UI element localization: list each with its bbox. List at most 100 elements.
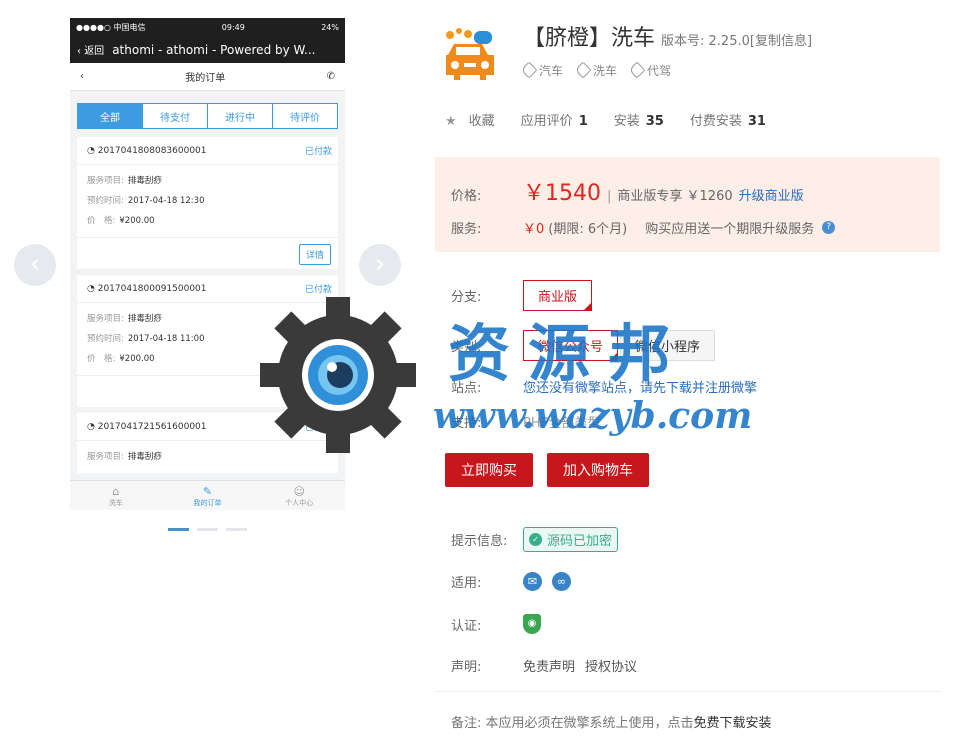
time-value: 2017-04-18 11:00 xyxy=(127,334,205,344)
screenshot-gallery: ‹ › ●●●●○ 中国电信 09:49 24% ‹ 返回 athomi - a… xyxy=(0,0,420,749)
phone-tabbar: ⌂ 洗车 ✎ 我的订单 ☺ 个人中心 xyxy=(70,480,345,510)
phone-tab: 全部 xyxy=(78,104,143,128)
price-value: ¥200.00 xyxy=(119,354,155,364)
order-id: ◔ 2017041800091500001 xyxy=(87,283,207,294)
tag-item[interactable]: 代驾 xyxy=(628,61,671,79)
install-stat: 安装 35 xyxy=(613,114,664,129)
hint-row: 提示信息: ✓ 源码已加密 xyxy=(451,527,619,552)
hint-label: 提示信息: xyxy=(451,534,508,549)
tag-icon xyxy=(628,61,646,79)
phone-back-link: ‹ 返回 xyxy=(77,46,105,57)
star-icon: ★ xyxy=(445,114,457,129)
phone-status-bar: ●●●●○ 中国电信 09:49 24% xyxy=(70,18,345,36)
app-stats: ★ 收藏 应用评价 1 安装 35 付费安装 31 xyxy=(445,110,792,129)
gallery-dot[interactable] xyxy=(168,528,189,531)
service-desc: 购买应用送一个期限升级服务 xyxy=(645,222,815,237)
mini-program-icon: ∞ xyxy=(552,572,571,591)
disclaimer-link[interactable]: 免责声明 xyxy=(523,656,575,675)
favorite-button[interactable]: ★ 收藏 xyxy=(445,110,495,129)
order-card: ◔ 2017041721561600001 已付款 服务项目: 排毒刮痧 xyxy=(77,413,338,473)
app-version[interactable]: 版本号: 2.25.0[复制信息] xyxy=(661,30,812,49)
phone-page-header: ‹ 我的订单 ✆ xyxy=(70,63,345,91)
time-label: 预约时间: xyxy=(87,334,124,344)
status-time: 09:49 xyxy=(221,22,245,32)
gallery-dots xyxy=(168,528,247,531)
type-option-official-account[interactable]: 微信公众号 xyxy=(523,330,619,361)
user-icon: ☺ xyxy=(293,485,305,498)
service-label: 服务项目: xyxy=(87,314,124,324)
order-id: ◔ 2017041721561600001 xyxy=(87,421,207,432)
service-value: 排毒刮痧 xyxy=(127,452,162,462)
add-to-cart-button[interactable]: 加入购物车 xyxy=(547,453,649,487)
note-text: 备注: 本应用必须在微擎系统上使用，点击免费下载安装 xyxy=(451,716,772,731)
service-label: 服务项目: xyxy=(87,176,124,186)
car-wash-logo-icon xyxy=(446,28,494,80)
service-label: 服务项目: xyxy=(87,452,124,462)
site-label: 站点: xyxy=(451,381,482,396)
upgrade-business-link[interactable]: 升级商业版 xyxy=(739,185,804,204)
business-price: 商业版专享 ￥1260 xyxy=(617,189,733,204)
buy-now-button[interactable]: 立即购买 xyxy=(445,453,533,487)
price-value: ¥200.00 xyxy=(119,216,155,226)
register-site-link[interactable]: 您还没有微擎站点，请先下载并注册微擎 xyxy=(523,377,757,396)
price-label: 价 格: xyxy=(87,216,116,226)
service-value: 排毒刮痧 xyxy=(127,314,162,324)
phone-tabbar-item: ☺ 个人中心 xyxy=(253,481,345,510)
order-card: ◔ 2017041808083600001 已付款 服务项目: 排毒刮痧 预约时间… xyxy=(77,137,338,269)
order-status: 已付款 xyxy=(304,285,332,295)
price-label: 价 格: xyxy=(87,354,116,364)
apply-label: 适用: xyxy=(451,576,482,591)
order-detail-button: 详情 xyxy=(298,382,331,403)
tag-item[interactable]: 汽车 xyxy=(520,61,563,79)
phone-tab: 进行中 xyxy=(208,104,273,128)
phone-order-tabs: 全部 待支付 进行中 待评价 xyxy=(77,103,338,129)
phone-screenshot: ●●●●○ 中国电信 09:49 24% ‹ 返回 athomi - athom… xyxy=(70,18,345,510)
service-row: 服务: ￥0 (期限: 6个月) 购买应用送一个期限升级服务 ? xyxy=(451,218,836,237)
order-status: 已付款 xyxy=(304,423,332,433)
app-title: 【脐橙】洗车 xyxy=(523,26,656,51)
help-icon[interactable]: ? xyxy=(822,221,836,234)
cert-label: 认证: xyxy=(451,618,482,634)
price-box: 价格: ￥1540 | 商业版专享 ￥1260 升级商业版 服务: ￥0 (期限… xyxy=(435,157,940,252)
cert-row: 认证: ◉ xyxy=(451,614,541,634)
service-label: 服务: xyxy=(451,222,482,237)
license-link[interactable]: 授权协议 xyxy=(585,656,637,675)
tag-icon xyxy=(520,61,538,79)
phone-tab: 待评价 xyxy=(290,112,320,124)
apply-row: 适用: ✉ ∞ xyxy=(451,572,581,591)
battery: 24% xyxy=(321,22,339,32)
branch-option-business[interactable]: 商业版 xyxy=(523,280,593,311)
home-icon: ⌂ xyxy=(112,485,120,498)
gallery-dot[interactable] xyxy=(226,528,247,531)
phone-titlebar: ‹ 返回 athomi - athomi - Powered by W... xyxy=(70,36,345,63)
gallery-next-arrow-icon[interactable]: › xyxy=(359,244,401,286)
phone-icon: ✆ xyxy=(326,71,335,82)
rating-stat[interactable]: 应用评价 1 xyxy=(521,110,588,129)
price-separator: | xyxy=(607,189,612,204)
type-label: 类别: xyxy=(451,340,482,355)
branch-row: 分支: 商业版 xyxy=(451,280,594,311)
order-id: ◔ 2017041808083600001 xyxy=(87,145,207,156)
site-row: 站点: 您还没有微擎站点，请先下载并注册微擎 xyxy=(451,377,757,396)
free-download-link[interactable]: 免费下载安装 xyxy=(694,716,772,731)
phone-tabbar-item: ⌂ 洗车 xyxy=(70,481,162,510)
phone-tab: 待支付 xyxy=(143,104,208,128)
edit-icon: ✎ xyxy=(202,485,213,498)
encrypted-badge: ✓ 源码已加密 xyxy=(523,527,619,552)
support-label: 支持: xyxy=(451,416,482,431)
certified-shield-icon: ◉ xyxy=(523,614,541,634)
time-label: 预约时间: xyxy=(87,196,124,206)
order-detail-button: 详情 xyxy=(298,244,331,265)
tag-item[interactable]: 洗车 xyxy=(574,61,617,79)
phone-page-title: 我的订单 xyxy=(185,73,226,84)
type-row: 类别: 微信公众号 微信小程序 xyxy=(451,330,717,361)
service-price: ￥0 xyxy=(523,222,545,237)
app-title-row: 【脐橙】洗车 版本号: 2.25.0[复制信息] xyxy=(523,20,812,52)
tag-icon xyxy=(574,61,592,79)
type-option-mini-program[interactable]: 微信小程序 xyxy=(620,330,716,361)
check-icon: ✓ xyxy=(529,533,542,546)
chevron-left-icon: ‹ xyxy=(80,71,84,82)
gallery-dot[interactable] xyxy=(197,528,218,531)
service-period: (期限: 6个月) xyxy=(548,222,628,237)
gallery-prev-arrow-icon[interactable]: ‹ xyxy=(14,244,56,286)
